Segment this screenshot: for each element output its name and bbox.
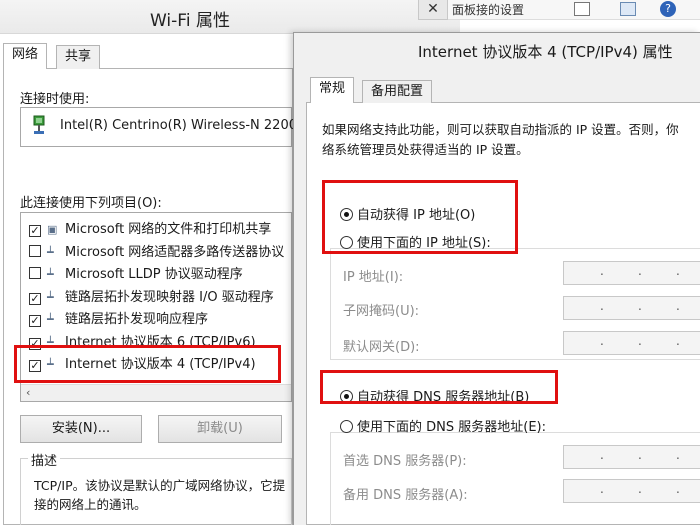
list-item[interactable]: ┷ Microsoft 网络适配器多路传送器协议 — [29, 242, 284, 264]
close-icon[interactable]: ✕ — [418, 0, 448, 20]
tab-sharing[interactable]: 共享 — [56, 45, 101, 69]
ip-dot: . — [638, 448, 642, 462]
subnet-mask-label: 子网掩码(U): — [343, 304, 420, 319]
subnet-mask-field[interactable]: . . . — [563, 296, 700, 320]
list-item[interactable]: ✓ ▣ Microsoft 网络的文件和打印机共享 — [29, 219, 271, 241]
ip-address-field[interactable]: . . . — [563, 261, 700, 285]
alternate-dns-label: 备用 DNS 服务器(A): — [343, 488, 468, 503]
checkbox[interactable]: ✓ — [29, 225, 41, 237]
ip-address-label: IP 地址(I): — [343, 270, 404, 285]
window-icon[interactable] — [574, 2, 590, 16]
horizontal-scrollbar[interactable] — [21, 384, 291, 401]
checkbox[interactable]: ✓ — [29, 293, 41, 305]
default-gateway-field[interactable]: . . . — [563, 331, 700, 355]
list-item-label: 链路层拓扑发现映射器 I/O 驱动程序 — [65, 290, 274, 305]
info-line: 如果网络支持此功能，则可以获取自动指派的 IP 设置。否则，你 — [322, 122, 679, 137]
wifi-window-title: Wi-Fi 属性 — [150, 11, 230, 31]
connect-using-label: 连接时使用: — [20, 92, 90, 107]
ip-dot: . — [676, 334, 680, 348]
ip-dot: . — [600, 448, 604, 462]
install-button[interactable]: 安装(N)... — [20, 415, 142, 443]
manual-dns-label: 使用下面的 DNS 服务器地址(E): — [357, 420, 546, 435]
protocol-icon: ┷ — [47, 246, 54, 259]
ip-dot: . — [676, 299, 680, 313]
protocol-icon: ┷ — [47, 268, 54, 281]
description-legend: 描述 — [28, 450, 61, 469]
description-line: TCP/IP。该协议是默认的广域网络协议，它提 — [34, 478, 286, 493]
info-line: 络系统管理员处获得适当的 IP 设置。 — [322, 142, 529, 157]
list-item[interactable]: ┷ Microsoft LLDP 协议驱动程序 — [29, 264, 243, 286]
preferred-dns-label: 首选 DNS 服务器(P): — [343, 454, 467, 469]
description-line: 接的网络上的通讯。 — [34, 497, 147, 512]
ip-dot: . — [676, 264, 680, 278]
behind-window-text: 面板接的设置 — [452, 3, 525, 17]
scroll-left-icon[interactable]: ‹ — [26, 384, 30, 401]
list-item-label: Microsoft 网络适配器多路传送器协议 — [65, 245, 285, 260]
alternate-dns-field[interactable]: . . . — [563, 479, 700, 503]
list-item-label: 链路层拓扑发现响应程序 — [65, 312, 209, 327]
highlight-ip-options — [322, 180, 518, 254]
checkbox[interactable] — [29, 245, 41, 257]
protocol-icon: ┷ — [47, 291, 54, 304]
help-icon[interactable]: ? — [660, 1, 676, 17]
list-item-label: Microsoft 网络的文件和打印机共享 — [65, 222, 272, 237]
protocol-icon: ┷ — [47, 313, 54, 326]
ip-dot: . — [638, 334, 642, 348]
tab-network[interactable]: 网络 — [3, 43, 48, 69]
wifi-window-titlebar — [0, 0, 460, 34]
tab-alternate-config[interactable]: 备用配置 — [362, 80, 433, 103]
list-item[interactable]: ✓ ┷ 链路层拓扑发现响应程序 — [29, 309, 208, 331]
ip-dot: . — [638, 482, 642, 496]
checkbox[interactable] — [29, 267, 41, 279]
ipv4-info-text: 如果网络支持此功能，则可以获取自动指派的 IP 设置。否则，你 络系统管理员处获… — [322, 120, 700, 160]
list-item[interactable]: ✓ ┷ 链路层拓扑发现映射器 I/O 驱动程序 — [29, 287, 274, 309]
adapter-name: Intel(R) Centrino(R) Wireless-N 2200 — [60, 118, 297, 133]
ip-dot: . — [600, 482, 604, 496]
network-adapter-icon — [33, 115, 45, 134]
ipv4-window-title: Internet 协议版本 4 (TCP/IPv4) 属性 — [418, 43, 673, 61]
highlight-ipv4-item — [14, 345, 281, 383]
connection-items-label: 此连接使用下列项目(O): — [20, 196, 162, 211]
file-share-icon: ▣ — [47, 223, 58, 236]
description-text: TCP/IP。该协议是默认的广域网络协议，它提 接的网络上的通讯。 — [34, 476, 294, 516]
ip-dot: . — [638, 264, 642, 278]
ip-dot: . — [676, 448, 680, 462]
tab-general[interactable]: 常规 — [310, 77, 355, 103]
ip-dot: . — [600, 299, 604, 313]
radio-button[interactable] — [340, 420, 353, 433]
ip-dot: . — [600, 334, 604, 348]
checkbox[interactable]: ✓ — [29, 315, 41, 327]
ip-dot: . — [638, 299, 642, 313]
default-gateway-label: 默认网关(D): — [343, 340, 420, 355]
manual-dns-radio[interactable]: 使用下面的 DNS 服务器地址(E): — [340, 416, 546, 435]
list-item-label: Microsoft LLDP 协议驱动程序 — [65, 267, 243, 282]
ip-dot: . — [676, 482, 680, 496]
uninstall-button[interactable]: 卸载(U) — [158, 415, 282, 443]
preferred-dns-field[interactable]: . . . — [563, 445, 700, 469]
window-icon[interactable] — [620, 2, 636, 16]
ip-dot: . — [600, 264, 604, 278]
highlight-auto-dns — [320, 370, 558, 404]
